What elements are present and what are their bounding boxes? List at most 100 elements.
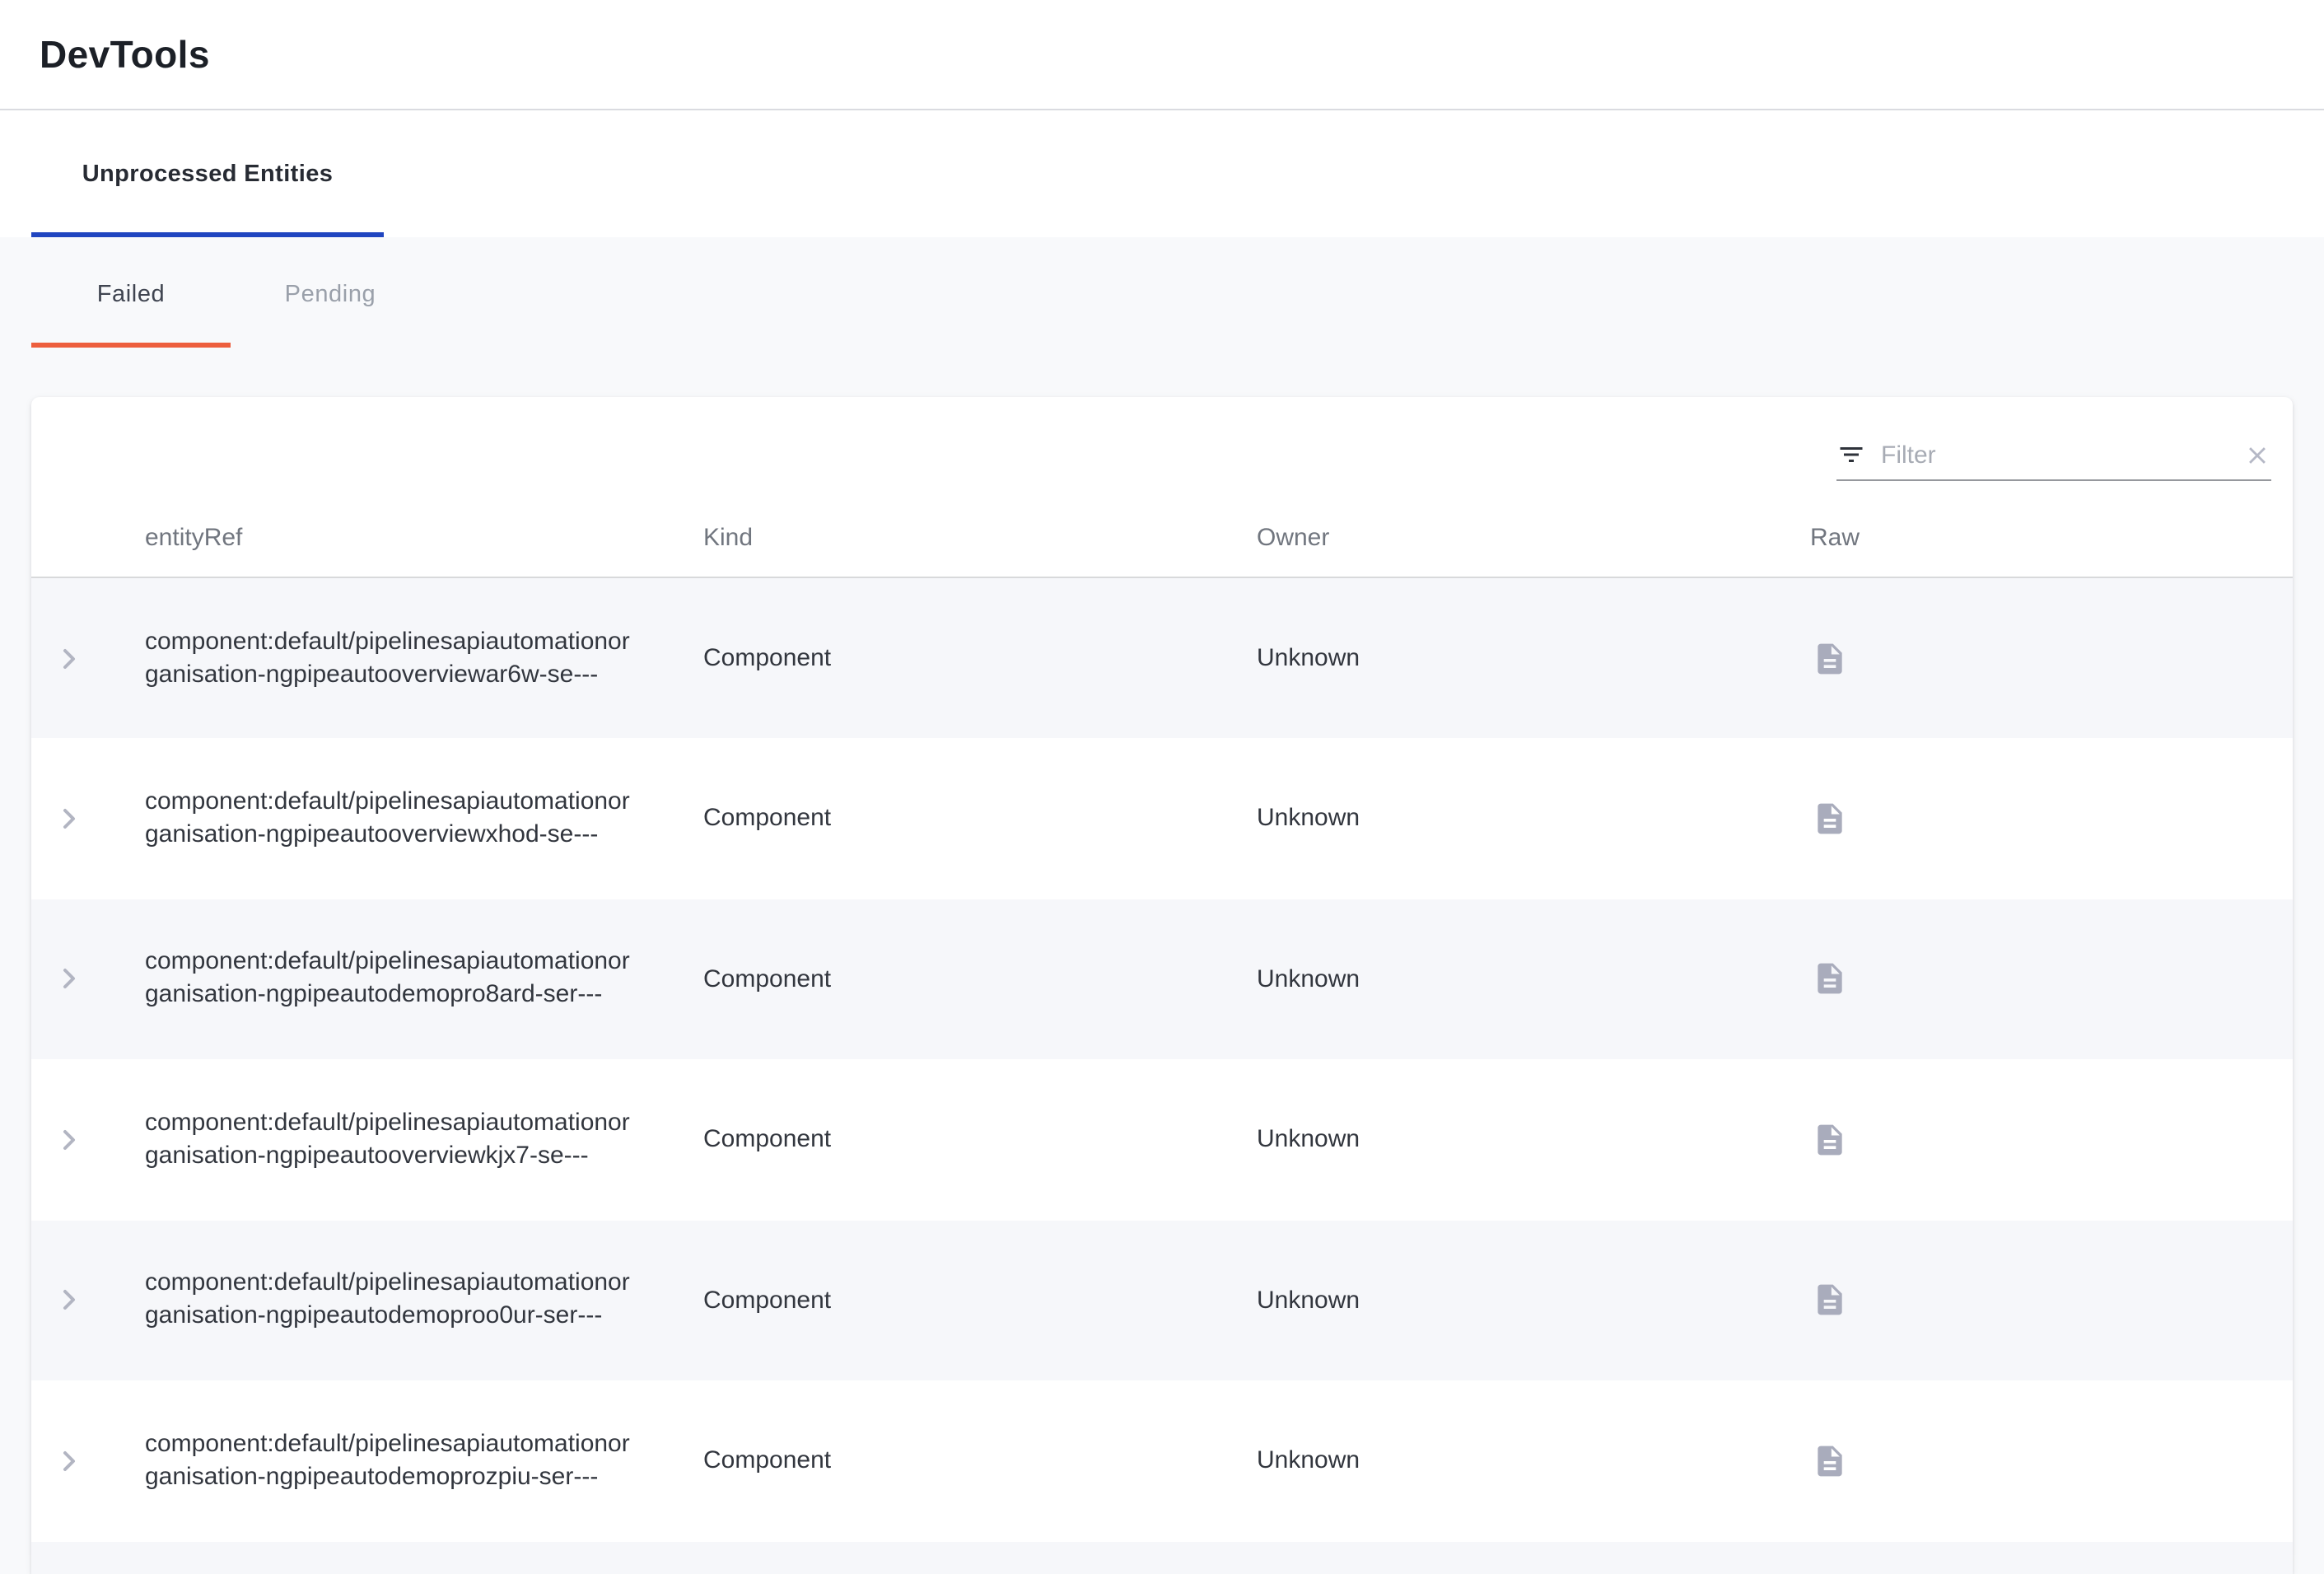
entity-ref: component:default/pipelinesapiautomation…: [145, 1109, 630, 1170]
content-area: Failed Pending: [0, 237, 2324, 1555]
column-header-kind: Kind: [703, 481, 1257, 577]
raw-cell: [1810, 577, 2293, 738]
raw-cell: [1810, 1380, 2293, 1541]
active-subtab-indicator: [31, 343, 231, 348]
table-row: component:default/pipelinesapiautomation…: [31, 1220, 2293, 1380]
close-icon: [2243, 441, 2271, 469]
expand-row-button[interactable]: [49, 1120, 89, 1160]
column-header-raw: Raw: [1810, 481, 2293, 577]
expand-cell: [31, 899, 145, 1059]
table-row: component:default/pipelinesapiautomation…: [31, 738, 2293, 899]
page-title: DevTools: [40, 32, 210, 77]
view-raw-button[interactable]: [1810, 638, 1850, 678]
status-tabs: Failed Pending: [0, 237, 2324, 353]
entity-owner-cell: Unknown: [1257, 738, 1810, 899]
view-raw-button[interactable]: [1810, 1281, 1850, 1320]
entity-ref-cell: component:default/pipelinesapiautomation…: [145, 1380, 703, 1541]
entity-ref-cell: component:default/pipelinesapiautomation…: [145, 738, 703, 899]
devtools-page: DevTools Unprocessed Entities Failed Pen…: [0, 0, 2324, 1555]
entity-kind-cell: Component: [703, 577, 1257, 738]
chevron-right-icon: [53, 1123, 86, 1156]
entity-owner-cell: Unknown: [1257, 1220, 1810, 1380]
entity-ref: component:default/pipelinesapiautomation…: [145, 948, 630, 1009]
entities-table-header: entityRef Kind Owner Raw: [31, 481, 2293, 577]
chevron-right-icon: [53, 963, 86, 996]
view-raw-button[interactable]: [1810, 1441, 1850, 1481]
entity-kind: Component: [703, 1287, 831, 1315]
document-icon: [1812, 1282, 1848, 1319]
page-header: DevTools: [0, 0, 2324, 110]
document-icon: [1812, 640, 1848, 676]
raw-cell: [1810, 1220, 2293, 1380]
document-icon: [1812, 961, 1848, 997]
tab-failed[interactable]: Failed: [31, 237, 231, 353]
entity-ref: component:default/pipelinesapiautomation…: [145, 627, 630, 688]
entity-owner: Unknown: [1257, 1447, 1360, 1475]
entity-kind-cell: Component: [703, 1220, 1257, 1380]
expand-cell: [31, 738, 145, 899]
table-row: component:default/pipelinesapiautomation…: [31, 1380, 2293, 1541]
view-raw-button[interactable]: [1810, 799, 1850, 838]
subtab-label: Pending: [285, 282, 376, 308]
clear-filter-button[interactable]: [2243, 441, 2271, 469]
view-raw-button[interactable]: [1810, 1120, 1850, 1160]
entity-ref-cell: component:default/pipelinesapiautomation…: [145, 899, 703, 1059]
entity-ref-cell: component:default/pipelinesapiautomation…: [145, 1220, 703, 1380]
table-row: component:default/pipelinesapiautomation…: [31, 899, 2293, 1059]
column-header-expand: [31, 481, 145, 577]
column-header-entityref: entityRef: [145, 481, 703, 577]
next-row-partial: [31, 1541, 2293, 1574]
filter-input[interactable]: [1881, 441, 2228, 469]
expand-cell: [31, 1380, 145, 1541]
chevron-right-icon: [53, 802, 86, 835]
entities-table: entityRef Kind Owner Raw component:defau…: [31, 481, 2293, 1541]
entity-ref-cell: component:default/pipelinesapiautomation…: [145, 1059, 703, 1220]
expand-cell: [31, 577, 145, 738]
chevron-right-icon: [53, 1445, 86, 1478]
entity-kind: Component: [703, 1447, 831, 1475]
expand-row-button[interactable]: [49, 799, 89, 838]
view-raw-button[interactable]: [1810, 960, 1850, 999]
document-icon: [1812, 1443, 1848, 1479]
filter-field: [1836, 440, 2271, 481]
entity-owner-cell: Unknown: [1257, 577, 1810, 738]
entity-ref: component:default/pipelinesapiautomation…: [145, 1430, 630, 1491]
document-icon: [1812, 1122, 1848, 1158]
expand-cell: [31, 1220, 145, 1380]
entity-owner: Unknown: [1257, 965, 1360, 993]
raw-cell: [1810, 899, 2293, 1059]
entity-ref: component:default/pipelinesapiautomation…: [145, 787, 630, 848]
unprocessed-entities-card: entityRef Kind Owner Raw component:defau…: [31, 397, 2293, 1574]
expand-cell: [31, 1059, 145, 1220]
entities-table-body: component:default/pipelinesapiautomation…: [31, 577, 2293, 1541]
raw-cell: [1810, 738, 2293, 899]
expand-row-button[interactable]: [49, 960, 89, 999]
table-row: component:default/pipelinesapiautomation…: [31, 577, 2293, 738]
chevron-right-icon: [53, 1284, 86, 1317]
entity-owner-cell: Unknown: [1257, 899, 1810, 1059]
expand-row-button[interactable]: [49, 638, 89, 678]
entity-owner: Unknown: [1257, 805, 1360, 833]
entity-kind: Component: [703, 1126, 831, 1154]
expand-row-button[interactable]: [49, 1281, 89, 1320]
filter-row: [31, 397, 2293, 481]
table-row: component:default/pipelinesapiautomation…: [31, 1059, 2293, 1220]
entity-kind-cell: Component: [703, 899, 1257, 1059]
expand-row-button[interactable]: [49, 1441, 89, 1481]
filter-list-icon: [1836, 440, 1866, 469]
column-header-owner: Owner: [1257, 481, 1810, 577]
entity-owner: Unknown: [1257, 1287, 1360, 1315]
subtab-label: Failed: [97, 282, 166, 308]
raw-cell: [1810, 1059, 2293, 1220]
entity-kind-cell: Component: [703, 738, 1257, 899]
main-tabs: Unprocessed Entities: [0, 110, 2324, 237]
entity-owner-cell: Unknown: [1257, 1380, 1810, 1541]
tab-label: Unprocessed Entities: [82, 161, 334, 187]
entity-kind-cell: Component: [703, 1380, 1257, 1541]
tab-unprocessed-entities[interactable]: Unprocessed Entities: [31, 110, 384, 237]
entity-kind: Component: [703, 965, 831, 993]
entity-ref-cell: component:default/pipelinesapiautomation…: [145, 577, 703, 738]
entity-kind-cell: Component: [703, 1059, 1257, 1220]
entity-owner-cell: Unknown: [1257, 1059, 1810, 1220]
tab-pending[interactable]: Pending: [231, 237, 430, 353]
